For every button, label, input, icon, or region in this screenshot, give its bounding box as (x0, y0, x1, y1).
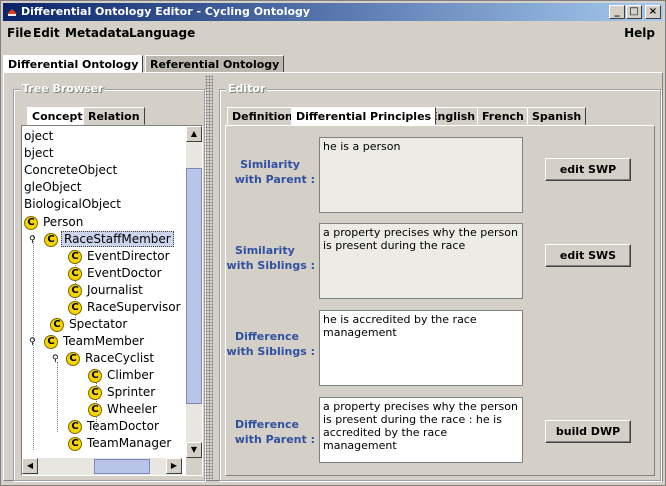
tree-node-climber[interactable]: C Climber (88, 367, 156, 384)
tree-node-eventdirector[interactable]: C EventDirector (68, 248, 172, 265)
tree-node-wheeler[interactable]: C Wheeler (88, 401, 159, 418)
tree-node-sprinter[interactable]: C Sprinter (88, 384, 157, 401)
tree-browser-title: Tree Browser (20, 82, 106, 95)
app-icon (7, 9, 17, 16)
tab-differential-principles[interactable]: Differential Principles (291, 107, 437, 125)
concept-icon: C (24, 215, 38, 230)
tree-content: oject bject ConcreteObject gleObject Bio… (22, 126, 182, 458)
concept-icon: C (50, 317, 64, 332)
tree-node[interactable]: oject (22, 128, 55, 145)
app-window: Differential Ontology Editor - Cycling O… (0, 0, 666, 486)
difference-with-siblings-text[interactable]: he is accredited by the race management (319, 310, 523, 386)
scroll-right-icon[interactable]: ▶ (166, 458, 182, 474)
similarity-with-parent-label: Similarity with Parent : (234, 158, 315, 186)
concept-icon: C (68, 283, 82, 298)
tab-french[interactable]: French (477, 107, 529, 125)
similarity-with-siblings-label: Similarity with Siblings : (226, 244, 315, 272)
menu-edit[interactable]: Edit (33, 23, 60, 43)
difference-with-parent-label: Difference with Parent : (234, 418, 315, 446)
concept-icon: C (68, 249, 82, 264)
difference-with-parent-text[interactable]: a property precises why the person is pr… (319, 397, 523, 463)
tab-relation[interactable]: Relation (83, 107, 145, 125)
difference-with-siblings-label: Difference with Siblings : (226, 330, 315, 358)
tab-differential-ontology[interactable]: Differential Ontology (3, 55, 144, 73)
similarity-with-parent-text[interactable]: he is a person (319, 137, 523, 213)
concept-icon: C (88, 368, 102, 383)
concept-icon: C (88, 402, 102, 417)
tree-vertical-scrollbar[interactable]: ▲ ▼ (186, 126, 202, 458)
edit-swp-button[interactable]: edit SWP (545, 158, 631, 181)
expand-handle-icon[interactable]: ⚲ (52, 355, 60, 364)
expand-handle-icon[interactable]: ⚲ (29, 338, 37, 347)
tree-node-teammember[interactable]: C TeamMember (44, 333, 146, 350)
concept-icon: C (88, 385, 102, 400)
concept-icon: C (44, 232, 58, 247)
concept-icon: C (68, 300, 82, 315)
menu-language[interactable]: Language (129, 23, 195, 43)
tree-node-journalist[interactable]: C Journalist (68, 282, 145, 299)
tree-node-spectator[interactable]: C Spectator (50, 316, 129, 333)
concept-icon: C (68, 436, 82, 451)
tab-spanish[interactable]: Spanish (527, 107, 587, 125)
concept-icon: C (68, 266, 82, 281)
close-icon[interactable]: × (645, 5, 661, 19)
concept-icon: C (44, 334, 58, 349)
vertical-scroll-thumb[interactable] (186, 168, 202, 404)
minimize-icon[interactable]: _ (609, 5, 625, 19)
editor-title: Editor (226, 82, 268, 95)
concept-icon: C (66, 351, 80, 366)
expand-handle-icon[interactable]: ⚲ (29, 236, 37, 245)
menu-help[interactable]: Help (624, 23, 655, 43)
concept-tree[interactable]: oject bject ConcreteObject gleObject Bio… (21, 125, 203, 476)
window-title: Differential Ontology Editor - Cycling O… (21, 5, 311, 18)
title-bar: Differential Ontology Editor - Cycling O… (3, 3, 663, 21)
menu-metadata[interactable]: Metadata (65, 23, 129, 43)
tree-node-teammanager[interactable]: C TeamManager (68, 435, 173, 452)
tree-node[interactable]: BiologicalObject (22, 196, 123, 213)
tree-node-teamdoctor[interactable]: C TeamDoctor (68, 418, 161, 435)
scroll-corner (186, 458, 202, 475)
tab-referential-ontology[interactable]: Referential Ontology (145, 55, 285, 73)
tree-node[interactable]: ConcreteObject (22, 162, 119, 179)
tree-node-racestaffmember[interactable]: C RaceStaffMember (44, 231, 174, 248)
concept-icon: C (68, 419, 82, 434)
tab-definition[interactable]: Definition (227, 107, 298, 125)
maximize-icon[interactable]: □ (626, 5, 642, 19)
scroll-left-icon[interactable]: ◀ (22, 458, 38, 474)
tree-node-racesupervisor[interactable]: C RaceSupervisor (68, 299, 182, 316)
similarity-with-siblings-text[interactable]: a property precises why the person is pr… (319, 223, 523, 299)
menu-file[interactable]: File (7, 23, 32, 43)
tree-node[interactable]: gleObject (22, 179, 83, 196)
edit-sws-button[interactable]: edit SWS (545, 244, 631, 267)
scroll-down-icon[interactable]: ▼ (186, 442, 202, 458)
scroll-up-icon[interactable]: ▲ (186, 126, 202, 142)
pane-splitter[interactable] (205, 75, 213, 479)
build-dwp-button[interactable]: build DWP (545, 420, 631, 443)
tree-node-eventdoctor[interactable]: C EventDoctor (68, 265, 164, 282)
horizontal-scroll-thumb[interactable] (94, 459, 150, 474)
tree-node-person[interactable]: C Person (24, 214, 85, 231)
tab-concept[interactable]: Concept (27, 107, 88, 125)
tree-node[interactable]: bject (22, 145, 56, 162)
tree-horizontal-scrollbar[interactable]: ◀ ▶ (22, 458, 182, 475)
tree-node-racecyclist[interactable]: C RaceCyclist (66, 350, 156, 367)
tree-line (57, 362, 58, 432)
menu-bar: File Edit Metadata Language Help (3, 23, 663, 43)
